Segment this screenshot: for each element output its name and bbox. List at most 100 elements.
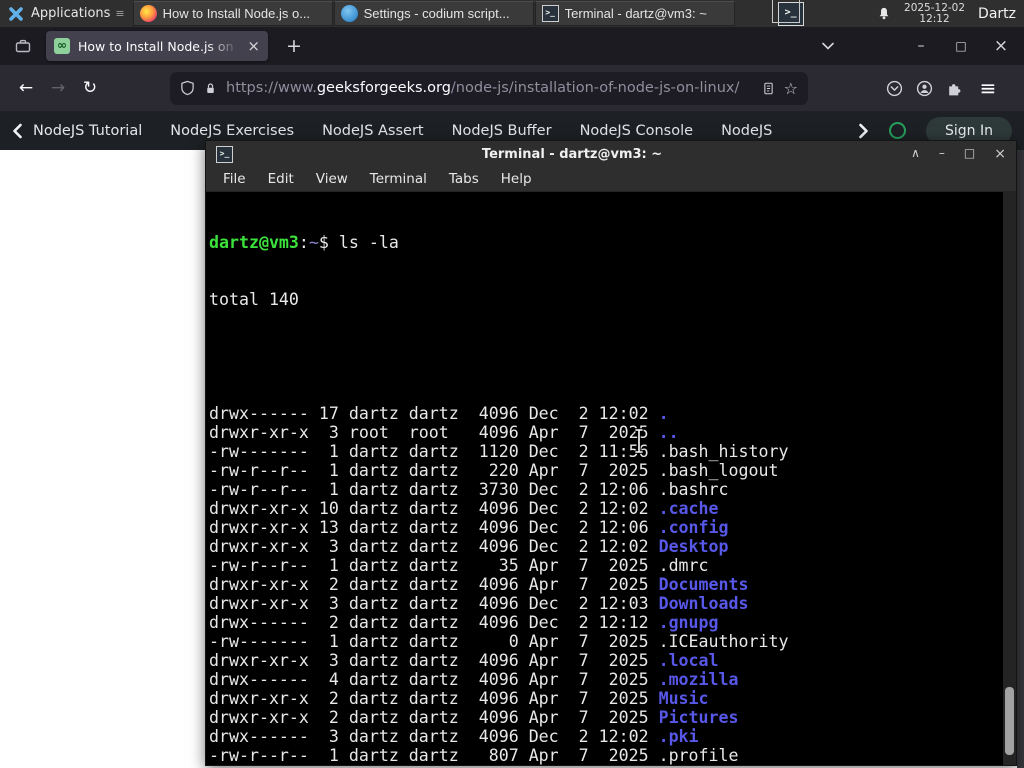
firefox-icon bbox=[139, 5, 157, 22]
nav-scroll-left-icon[interactable] bbox=[12, 123, 23, 139]
terminal-menu-item[interactable]: Edit bbox=[257, 171, 305, 187]
ls-row: drwxr-xr-x 3 dartz dartz 4096 Dec 2 12:0… bbox=[209, 537, 729, 556]
terminal-menu-item[interactable]: File bbox=[212, 171, 257, 187]
ls-row: -rw-r--r-- 1 dartz dartz 35 Apr 7 2025 .… bbox=[209, 556, 709, 575]
ls-row: drwxr-xr-x 2 dartz dartz 4096 Apr 7 2025… bbox=[209, 708, 739, 727]
prompt-path: ~ bbox=[308, 233, 319, 252]
terminal-menu-item[interactable]: Help bbox=[490, 171, 543, 187]
geeksforgeeks-favicon bbox=[54, 38, 70, 54]
ls-row: drwxr-xr-x 3 dartz dartz 4096 Dec 2 12:0… bbox=[209, 594, 749, 613]
tray-terminal-icon[interactable]: >_ bbox=[771, 0, 804, 26]
panel-status-area: 2025-12-02 12:12 Dartz bbox=[877, 1, 1024, 25]
terminal-maximize-button[interactable] bbox=[964, 146, 975, 162]
ls-row: drwxr-xr-x 2 dartz dartz 4096 Apr 7 2025… bbox=[209, 575, 749, 594]
page-scrollbar[interactable] bbox=[1017, 150, 1024, 768]
ls-listing: drwx------ 17 dartz dartz 4096 Dec 2 12:… bbox=[209, 347, 1002, 765]
site-nav-link[interactable]: NodeJS Buffer bbox=[452, 123, 552, 139]
terminal-menu-item[interactable]: Terminal bbox=[359, 171, 438, 187]
window-minimize-button[interactable] bbox=[906, 38, 936, 54]
taskbar-button-vscodium[interactable]: Settings - codium script... bbox=[333, 1, 534, 26]
clock-time: 12:12 bbox=[919, 12, 950, 25]
ls-row: drwx------ 4 dartz dartz 4096 Apr 7 2025… bbox=[209, 670, 739, 689]
site-nav-links: NodeJS Tutorial NodeJS Exercises NodeJS As… bbox=[33, 123, 775, 139]
terminal-icon: >_ bbox=[541, 5, 559, 22]
clock-date: 2025-12-02 bbox=[904, 1, 966, 14]
url-scheme: https://www. bbox=[226, 80, 317, 96]
total-line: total 140 bbox=[209, 290, 299, 309]
ls-row: -rw-r--r-- 1 dartz dartz 220 Apr 7 2025 … bbox=[209, 461, 779, 480]
terminal-window: >_ Terminal - dartz@vm3: ~ FileEditViewT… bbox=[205, 140, 1017, 766]
account-icon[interactable] bbox=[916, 80, 933, 97]
terminal-scrollbar-track[interactable] bbox=[1003, 192, 1016, 765]
url-path: /node-js/installation-of-node-js-on-linu… bbox=[450, 80, 740, 96]
clock[interactable]: 2025-12-02 12:12 bbox=[904, 1, 966, 25]
desktop: Applications ≡ How to Install Node.js o.… bbox=[0, 0, 1024, 768]
ls-row: drwx------ 2 dartz dartz 4096 Dec 2 12:1… bbox=[209, 613, 719, 632]
terminal-shade-button[interactable] bbox=[911, 146, 920, 162]
applications-menu-button[interactable]: Applications ≡ bbox=[0, 0, 133, 27]
taskbar-button-terminal[interactable]: >_ Terminal - dartz@vm3: ~ bbox=[534, 1, 735, 26]
window-close-button[interactable] bbox=[986, 36, 1016, 56]
hamburger-menu-icon[interactable] bbox=[976, 76, 1000, 100]
ls-row: drwxr-xr-x 3 root root 4096 Apr 7 2025 .… bbox=[209, 423, 679, 442]
terminal-output: dartz@vm3:~$ ls -la total 140 drwx------… bbox=[206, 192, 1016, 765]
menu-lines-icon: ≡ bbox=[115, 7, 125, 20]
site-nav-link[interactable]: NodeJS Crypto bbox=[721, 123, 775, 139]
pocket-icon[interactable] bbox=[886, 80, 903, 97]
vscodium-icon bbox=[340, 5, 358, 22]
terminal-window-icon: >_ bbox=[216, 145, 233, 163]
terminal-minimize-button[interactable] bbox=[939, 146, 945, 162]
browser-tab[interactable]: How to Install Node.js on bbox=[46, 31, 268, 61]
ls-row: drwxr-xr-x 10 dartz dartz 4096 Dec 2 12:… bbox=[209, 499, 719, 518]
reload-button[interactable] bbox=[74, 72, 106, 104]
forward-button[interactable] bbox=[42, 72, 74, 104]
notification-bell-icon[interactable] bbox=[877, 6, 891, 21]
site-nav-link[interactable]: NodeJS Assert bbox=[322, 123, 424, 139]
tracking-shield-icon[interactable] bbox=[180, 80, 195, 96]
applications-label: Applications bbox=[31, 6, 111, 21]
firefox-view-button[interactable] bbox=[8, 32, 38, 60]
ls-row: drwxr-xr-x 3 dartz dartz 4096 Apr 7 2025… bbox=[209, 651, 719, 670]
reader-mode-icon[interactable] bbox=[762, 81, 775, 96]
prompt-separator: : bbox=[298, 233, 309, 252]
tabbar-controls bbox=[822, 36, 1016, 56]
ls-row: drwx------ 17 dartz dartz 4096 Dec 2 12:… bbox=[209, 404, 669, 423]
xubuntu-logo-icon bbox=[8, 6, 24, 22]
terminal-scrollbar-thumb[interactable] bbox=[1005, 687, 1014, 755]
tab-close-icon[interactable] bbox=[247, 39, 260, 54]
ls-row: -rw-r--r-- 1 dartz dartz 3730 Dec 2 12:0… bbox=[209, 480, 729, 499]
lock-icon[interactable] bbox=[204, 81, 217, 96]
site-nav-link[interactable]: NodeJS Exercises bbox=[170, 123, 294, 139]
extensions-puzzle-icon[interactable] bbox=[946, 80, 963, 97]
search-icon[interactable] bbox=[889, 122, 906, 139]
url-text: https://www.geeksforgeeks.org/node-js/in… bbox=[226, 80, 753, 96]
prompt-line: dartz@vm3:~$ ls -la bbox=[209, 233, 1002, 252]
tab-title: How to Install Node.js on bbox=[78, 38, 234, 54]
list-all-tabs-icon[interactable] bbox=[822, 42, 848, 50]
user-menu[interactable]: Dartz bbox=[978, 6, 1016, 22]
ls-row: drwx------ 3 dartz dartz 4096 Dec 2 12:0… bbox=[209, 727, 699, 746]
ls-row: drwxr-xr-x 2 dartz dartz 4096 Apr 7 2025… bbox=[209, 689, 709, 708]
ls-row: -rw-r--r-- 1 dartz dartz 807 Apr 7 2025 … bbox=[209, 746, 739, 765]
firefox-toolbar: https://www.geeksforgeeks.org/node-js/in… bbox=[0, 65, 1024, 111]
terminal-screen[interactable]: dartz@vm3:~$ ls -la total 140 drwx------… bbox=[206, 192, 1016, 765]
terminal-title-bar[interactable]: >_ Terminal - dartz@vm3: ~ bbox=[206, 141, 1016, 167]
prompt-command: $ ls -la bbox=[318, 233, 399, 252]
new-tab-button[interactable] bbox=[280, 35, 308, 57]
address-bar[interactable]: https://www.geeksforgeeks.org/node-js/in… bbox=[170, 71, 808, 105]
back-button[interactable] bbox=[10, 72, 42, 104]
taskbar-button-firefox[interactable]: How to Install Node.js o... bbox=[132, 1, 333, 26]
window-maximize-button[interactable] bbox=[946, 38, 976, 54]
url-domain: geeksforgeeks.org bbox=[316, 80, 451, 96]
nav-scroll-right-icon[interactable] bbox=[858, 123, 869, 139]
terminal-menu-item[interactable]: View bbox=[305, 171, 359, 187]
terminal-window-title: Terminal - dartz@vm3: ~ bbox=[481, 146, 663, 162]
terminal-menu-item[interactable]: Tabs bbox=[438, 171, 490, 187]
site-nav-link[interactable]: NodeJS Console bbox=[580, 123, 694, 139]
top-panel: Applications ≡ How to Install Node.js o.… bbox=[0, 0, 1024, 27]
bookmark-star-icon[interactable] bbox=[784, 79, 798, 98]
toolbar-right-icons bbox=[886, 76, 1000, 100]
terminal-close-button[interactable] bbox=[994, 146, 1006, 162]
ls-row: -rw------- 1 dartz dartz 1120 Dec 2 11:5… bbox=[209, 442, 789, 461]
site-nav-link[interactable]: NodeJS Tutorial bbox=[33, 123, 142, 139]
